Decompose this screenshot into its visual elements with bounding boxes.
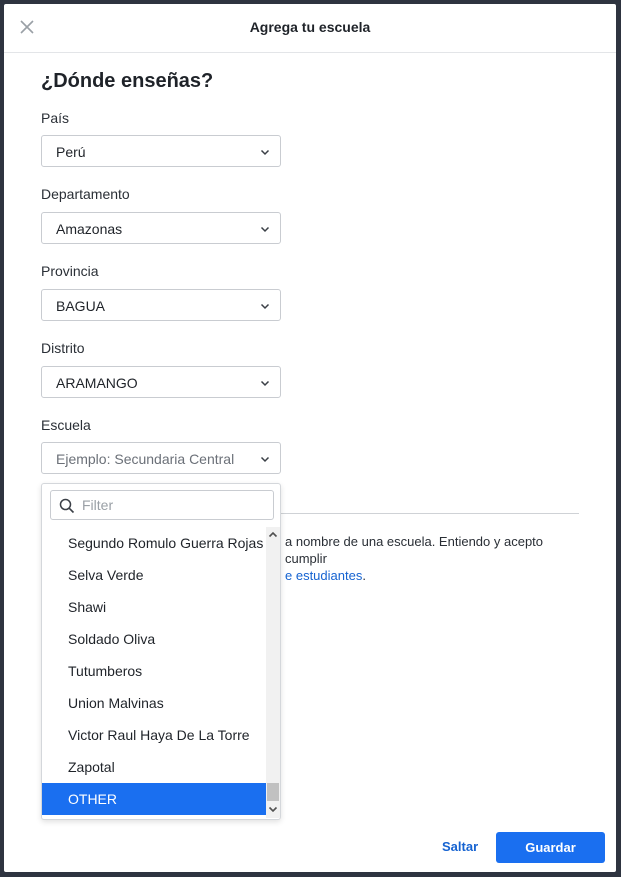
terms-text: a nombre de una escuela. Entiendo y acep… xyxy=(285,533,585,584)
district-select[interactable]: ARAMANGO xyxy=(41,366,281,398)
department-select[interactable]: Amazonas xyxy=(41,212,281,244)
skip-button[interactable]: Saltar xyxy=(442,839,478,854)
dropdown-option-label: Selva Verde xyxy=(68,567,144,583)
chevron-down-icon xyxy=(260,301,270,311)
options-list: Segundo Romulo Guerra Rojas Selva Verde Sh… xyxy=(42,527,266,817)
dropdown-option-label: Zapotal xyxy=(68,759,115,775)
school-label: Escuela xyxy=(41,417,91,433)
dropdown-option[interactable]: Victor Raul Haya De La Torre xyxy=(42,719,266,751)
dialog-header: Agrega tu escuela xyxy=(4,4,616,53)
dropdown-option-label: Union Malvinas xyxy=(68,695,164,711)
province-label: Provincia xyxy=(41,263,99,279)
scroll-thumb[interactable] xyxy=(267,783,279,801)
district-value: ARAMANGO xyxy=(56,375,138,391)
dropdown-option-label: OTHER xyxy=(68,791,117,807)
province-select[interactable]: BAGUA xyxy=(41,289,281,321)
chevron-down-icon xyxy=(260,147,270,157)
dropdown-option[interactable]: Union Malvinas xyxy=(42,687,266,719)
school-dropdown: Segundo Romulo Guerra Rojas Selva Verde Sh… xyxy=(41,483,281,820)
dropdown-option[interactable]: Shawi xyxy=(42,591,266,623)
dropdown-option-label: Shawi xyxy=(68,599,107,615)
dropdown-option-label: Soldado Oliva xyxy=(68,631,156,647)
dropdown-option-label: Victor Raul Haya De La Torre xyxy=(68,727,250,743)
terms-link[interactable]: e estudiantes xyxy=(285,568,362,583)
country-select[interactable]: Perú xyxy=(41,135,281,167)
dropdown-scrollbar[interactable] xyxy=(266,527,280,818)
dropdown-option[interactable]: Tutumberos xyxy=(42,655,266,687)
dropdown-option[interactable]: Soldado Oliva xyxy=(42,623,266,655)
scroll-up-icon[interactable] xyxy=(268,530,278,540)
scroll-down-icon[interactable] xyxy=(268,804,278,814)
district-label: Distrito xyxy=(41,340,85,356)
terms-end: . xyxy=(362,568,366,583)
dropdown-option-label: Tutumberos xyxy=(68,663,143,679)
school-select[interactable]: Ejemplo: Secundaria Central xyxy=(41,442,281,474)
page-title: ¿Dónde enseñas? xyxy=(41,70,214,92)
save-button[interactable]: Guardar xyxy=(496,832,605,863)
dropdown-option[interactable]: Segundo Romulo Guerra Rojas xyxy=(42,527,266,559)
country-label: País xyxy=(41,110,70,126)
country-value: Perú xyxy=(56,144,86,160)
dropdown-option[interactable]: Selva Verde xyxy=(42,559,266,591)
search-icon xyxy=(59,498,75,514)
dropdown-option[interactable]: OTHER xyxy=(42,783,266,815)
dialog-title: Agrega tu escuela xyxy=(249,19,371,35)
school-placeholder: Ejemplo: Secundaria Central xyxy=(56,451,235,467)
add-school-dialog: Agrega tu escuela ¿Dónde enseñas? País P… xyxy=(4,4,616,872)
dropdown-option[interactable]: Zapotal xyxy=(42,751,266,783)
chevron-down-icon xyxy=(260,378,270,388)
department-label: Departamento xyxy=(41,186,130,202)
filter-box xyxy=(50,490,274,520)
department-value: Amazonas xyxy=(56,221,123,237)
dropdown-option-label: Segundo Romulo Guerra Rojas xyxy=(68,535,264,551)
terms-text-part: a nombre de una escuela. Entiendo y acep… xyxy=(285,534,544,566)
chevron-down-icon xyxy=(260,454,270,464)
province-value: BAGUA xyxy=(56,298,106,314)
divider xyxy=(281,513,579,514)
filter-input[interactable] xyxy=(82,496,262,514)
chevron-down-icon xyxy=(260,224,270,234)
